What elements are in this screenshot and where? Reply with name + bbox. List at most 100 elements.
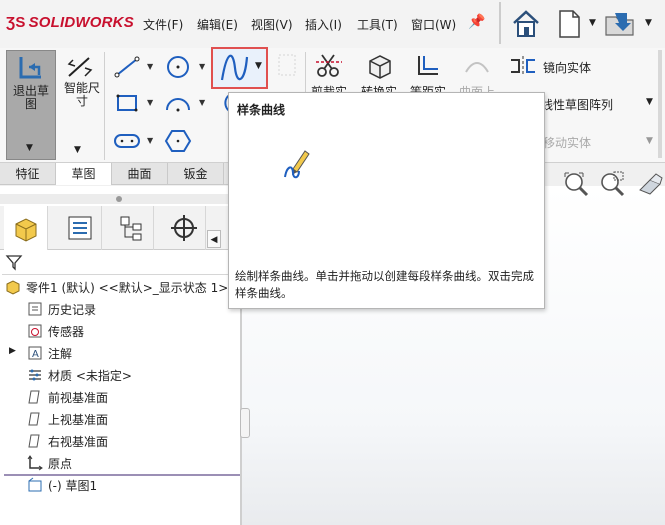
tree-item-label: 传感器 — [48, 324, 85, 339]
chevron-down-icon[interactable]: ▼ — [255, 61, 262, 71]
menu-tools[interactable]: 工具(T) — [357, 16, 398, 33]
tree-root[interactable]: 零件1 (默认) <<默认>_显示状态 1> — [0, 276, 240, 298]
menu-view[interactable]: 视图(V) — [251, 16, 293, 33]
offset-on-surface-icon — [463, 52, 491, 83]
divider — [104, 52, 105, 160]
spline-pencil-icon — [281, 145, 311, 184]
tab-features[interactable]: 特征 — [0, 163, 56, 185]
tree-item-sketch1[interactable]: (-) 草图1 — [0, 474, 240, 496]
tree-item-label: 前视基准面 — [48, 390, 109, 405]
tree-item-label: (-) 草图1 — [48, 478, 98, 493]
tree-root-label: 零件1 (默认) <<默认>_显示状态 1> — [26, 280, 229, 295]
menu-window[interactable]: 窗口(W) — [411, 16, 456, 33]
chevron-down-icon[interactable]: ▼ — [645, 18, 652, 28]
move-entities-label: 移动实体 — [543, 136, 592, 150]
chevron-down-icon[interactable]: ▼ — [147, 62, 155, 71]
tree-item-front-plane[interactable]: 前视基准面 — [0, 386, 240, 408]
part-tree-icon — [15, 218, 36, 242]
menu-insert[interactable]: 插入(I) — [305, 16, 342, 33]
tree-item-label: 材质 <未指定> — [48, 368, 132, 383]
mirror-label[interactable]: 镜向实体 — [543, 59, 591, 76]
chevron-down-icon[interactable]: ▼ — [646, 97, 653, 107]
spline-icon — [219, 54, 251, 87]
ribbon-scrollbar[interactable] — [658, 50, 662, 158]
tree-item-material[interactable]: 材质 <未指定> — [0, 364, 240, 386]
app-logo: ƷS SOLIDWORKS — [6, 14, 134, 31]
svg-text:A: A — [32, 349, 39, 360]
chevron-down-icon[interactable]: ▼ — [646, 136, 653, 146]
smart-dimension-button[interactable]: 智能尺 寸 — [60, 52, 104, 112]
tooltip-title: 样条曲线 — [237, 103, 286, 117]
tab-surfaces[interactable]: 曲面 — [112, 163, 168, 185]
zoom-area-icon[interactable] — [598, 170, 626, 201]
line-icon[interactable] — [112, 54, 142, 80]
tab-dimxpert[interactable] — [162, 206, 206, 250]
menu-file[interactable]: 文件(F) — [143, 16, 183, 33]
tooltip-description: 绘制样条曲线。单击并拖动以创建每段样条曲线。双击完成样条曲线。 — [235, 269, 534, 300]
origin-icon — [26, 454, 44, 472]
tab-feature-tree[interactable] — [4, 206, 48, 250]
property-manager-icon — [68, 216, 91, 240]
open-folder-icon[interactable] — [603, 7, 635, 41]
splitter-handle[interactable] — [240, 408, 250, 438]
smart-dimension-label: 智能尺 寸 — [63, 81, 100, 108]
tree-item-top-plane[interactable]: 上视基准面 — [0, 408, 240, 430]
chevron-down-icon[interactable]: ▼ — [199, 62, 207, 71]
tree-item-label: 上视基准面 — [48, 412, 109, 427]
slot-icon[interactable] — [112, 128, 142, 154]
chevron-down-icon[interactable]: ▼ — [589, 18, 596, 28]
chevron-down-icon[interactable]: ▼ — [147, 136, 155, 145]
tab-sheet-metal[interactable]: 钣金 — [168, 163, 224, 185]
tab-property-manager[interactable] — [58, 206, 102, 250]
rectangle-icon[interactable] — [112, 90, 142, 116]
sensor-icon — [26, 322, 44, 340]
spline-tooltip: 样条曲线 绘制样条曲线。单击并拖动以创建每段样条曲线。双击完成样条曲线。 — [228, 92, 545, 309]
home-icon[interactable] — [510, 7, 542, 41]
sketch-icon — [26, 476, 44, 494]
chevron-down-icon[interactable]: ▼ — [26, 143, 33, 153]
offset-entities-icon[interactable] — [414, 52, 442, 83]
expand-arrow-icon[interactable]: ▶ — [9, 346, 16, 356]
text-icon — [272, 52, 302, 78]
filter-icon[interactable] — [5, 253, 23, 274]
mirror-icon[interactable] — [508, 54, 538, 81]
exit-sketch-button[interactable]: 退出草 图 ▼ — [6, 50, 56, 160]
configuration-icon — [120, 216, 141, 241]
tree-item-origin[interactable]: 原点 — [0, 452, 240, 474]
panel-handle-dot[interactable] — [116, 196, 122, 202]
arc-icon[interactable] — [163, 90, 193, 116]
circle-icon[interactable] — [163, 54, 193, 80]
spline-button[interactable]: ▼ — [211, 47, 268, 89]
tree-item-label: 原点 — [48, 456, 73, 471]
plane-icon — [26, 388, 44, 406]
trim-icon[interactable] — [314, 52, 344, 83]
history-icon — [26, 300, 44, 318]
material-icon — [26, 366, 44, 384]
tree-item-label: 右视基准面 — [48, 434, 109, 449]
chevron-down-icon[interactable]: ▼ — [199, 98, 207, 107]
tree-item-right-plane[interactable]: 右视基准面 — [0, 430, 240, 452]
tree-item-sensors[interactable]: 传感器 — [0, 320, 240, 342]
new-document-icon[interactable] — [553, 7, 585, 41]
tab-scroll-left-icon[interactable]: ◀ — [207, 230, 221, 248]
crosshair-icon — [170, 215, 197, 241]
tab-configuration-manager[interactable] — [110, 206, 154, 250]
chevron-down-icon[interactable]: ▼ — [74, 145, 81, 155]
exit-sketch-label: 退出草 图 — [12, 84, 49, 111]
tree-item-annotations[interactable]: ▶ A 注解 — [0, 342, 240, 364]
plane-icon — [26, 432, 44, 450]
convert-entities-icon[interactable] — [366, 52, 394, 83]
view-orientation-icon[interactable] — [636, 170, 664, 201]
tree-item-label: 注解 — [48, 346, 73, 361]
tab-sketch[interactable]: 草图 — [56, 163, 112, 185]
tree-item-label: 历史记录 — [48, 302, 97, 317]
plane-icon — [26, 410, 44, 428]
polygon-icon[interactable] — [163, 128, 193, 154]
tree-item-history[interactable]: 历史记录 — [0, 298, 240, 320]
exit-sketch-icon — [15, 53, 47, 87]
menu-edit[interactable]: 编辑(E) — [197, 16, 238, 33]
linear-pattern-label[interactable]: 线性草图阵列 — [541, 96, 613, 113]
zoom-to-fit-icon[interactable] — [562, 170, 590, 201]
chevron-down-icon[interactable]: ▼ — [147, 98, 155, 107]
pin-icon[interactable]: 📌 — [468, 14, 485, 30]
